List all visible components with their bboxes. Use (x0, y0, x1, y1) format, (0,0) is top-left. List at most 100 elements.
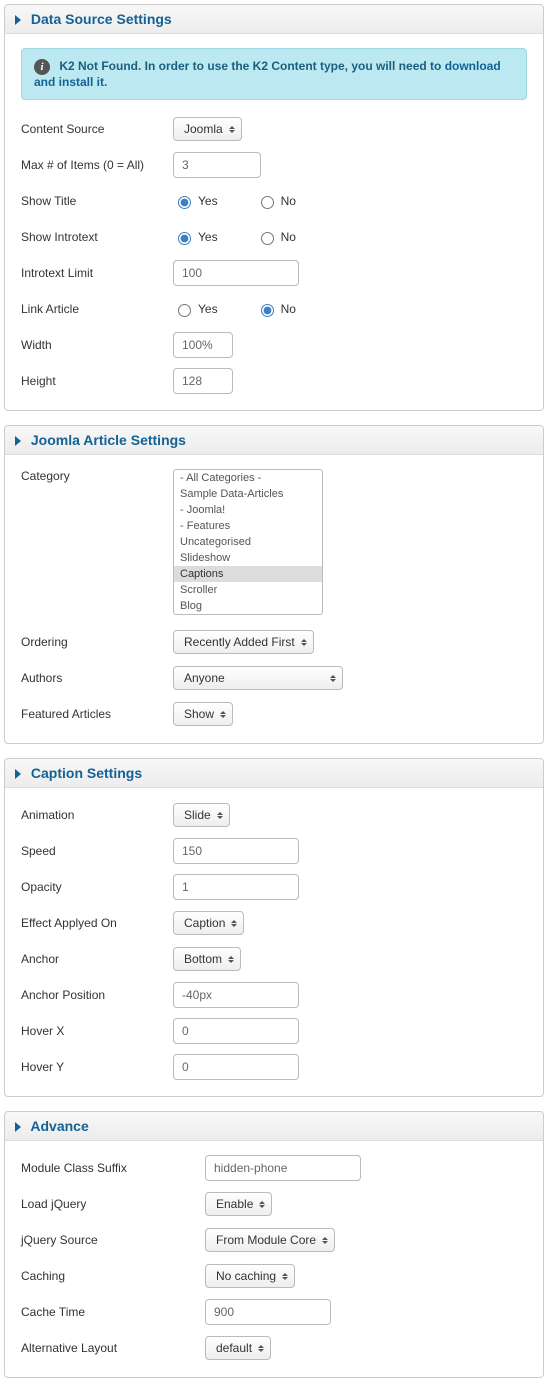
category-option[interactable]: - Joomla! (174, 502, 322, 518)
altlayout-select[interactable]: default (205, 1336, 271, 1360)
cachetime-input[interactable] (205, 1299, 331, 1325)
introtext-limit-label: Introtext Limit (21, 266, 173, 280)
select-arrows-icon (259, 1201, 265, 1208)
category-option[interactable]: - Features (174, 518, 322, 534)
height-label: Height (21, 374, 173, 388)
suffix-input[interactable] (205, 1155, 361, 1181)
disclosure-icon (15, 1122, 21, 1132)
jquery-label: Load jQuery (21, 1197, 205, 1211)
show-title-label: Show Title (21, 194, 173, 208)
effect-select[interactable]: Caption (173, 911, 244, 935)
jqsrc-label: jQuery Source (21, 1233, 205, 1247)
select-arrows-icon (231, 920, 237, 927)
select-arrows-icon (229, 126, 235, 133)
select-arrows-icon (258, 1345, 264, 1352)
jqsrc-select[interactable]: From Module Core (205, 1228, 335, 1252)
select-arrows-icon (330, 675, 336, 682)
panel-header-advance[interactable]: Advance (5, 1112, 543, 1141)
panel-advance: Advance Module Class Suffix Load jQuery … (4, 1111, 544, 1378)
panel-caption-settings: Caption Settings Animation Slide Speed O… (4, 758, 544, 1097)
featured-select[interactable]: Show (173, 702, 233, 726)
select-arrows-icon (301, 639, 307, 646)
content-source-label: Content Source (21, 122, 173, 136)
select-value: Enable (216, 1198, 253, 1210)
width-label: Width (21, 338, 173, 352)
show-title-yes[interactable]: Yes (173, 193, 218, 209)
select-arrows-icon (322, 1237, 328, 1244)
altlayout-label: Alternative Layout (21, 1341, 205, 1355)
cachetime-label: Cache Time (21, 1305, 205, 1319)
hoverx-input[interactable] (173, 1018, 299, 1044)
category-option[interactable]: Blog (174, 598, 322, 614)
featured-label: Featured Articles (21, 707, 173, 721)
select-value: Caption (184, 917, 225, 929)
ordering-label: Ordering (21, 635, 173, 649)
notice-text: K2 Not Found. In order to use the K2 Con… (59, 59, 444, 73)
panel-header-caption[interactable]: Caption Settings (5, 759, 543, 788)
category-option[interactable]: Slideshow (174, 550, 322, 566)
category-label: Category (21, 469, 173, 483)
category-option[interactable]: Scroller (174, 582, 322, 598)
category-listbox[interactable]: - All Categories - Sample Data-Articles … (173, 469, 323, 615)
anchor-pos-label: Anchor Position (21, 988, 173, 1002)
link-article-yes[interactable]: Yes (173, 301, 218, 317)
select-value: Anyone (184, 672, 225, 684)
select-value: Show (184, 708, 214, 720)
select-value: default (216, 1342, 252, 1354)
disclosure-icon (15, 436, 21, 446)
select-value: No caching (216, 1270, 276, 1282)
panel-title: Data Source Settings (31, 11, 172, 27)
animation-select[interactable]: Slide (173, 803, 230, 827)
select-arrows-icon (217, 812, 223, 819)
panel-joomla-article: Joomla Article Settings Category - All C… (4, 425, 544, 744)
link-article-no[interactable]: No (256, 301, 296, 317)
category-option[interactable]: Uncategorised (174, 534, 322, 550)
jquery-select[interactable]: Enable (205, 1192, 272, 1216)
category-option[interactable]: Sample Data-Articles (174, 486, 322, 502)
caching-select[interactable]: No caching (205, 1264, 295, 1288)
show-introtext-no[interactable]: No (256, 229, 296, 245)
panel-title: Joomla Article Settings (31, 432, 186, 448)
width-input[interactable] (173, 332, 233, 358)
animation-label: Animation (21, 808, 173, 822)
panel-data-source: Data Source Settings i K2 Not Found. In … (4, 4, 544, 411)
authors-select[interactable]: Anyone (173, 666, 343, 690)
category-option-selected[interactable]: Captions (174, 566, 322, 582)
authors-label: Authors (21, 671, 173, 685)
disclosure-icon (15, 769, 21, 779)
panel-header-data-source[interactable]: Data Source Settings (5, 5, 543, 34)
anchor-pos-input[interactable] (173, 982, 299, 1008)
max-items-label: Max # of Items (0 = All) (21, 158, 173, 172)
ordering-select[interactable]: Recently Added First (173, 630, 314, 654)
opacity-label: Opacity (21, 880, 173, 894)
opacity-input[interactable] (173, 874, 299, 900)
hoverx-label: Hover X (21, 1024, 173, 1038)
anchor-select[interactable]: Bottom (173, 947, 241, 971)
speed-label: Speed (21, 844, 173, 858)
select-value: Bottom (184, 953, 222, 965)
panel-header-joomla[interactable]: Joomla Article Settings (5, 426, 543, 455)
select-value: Joomla (184, 123, 223, 135)
info-icon: i (34, 59, 50, 75)
height-input[interactable] (173, 368, 233, 394)
content-source-select[interactable]: Joomla (173, 117, 242, 141)
disclosure-icon (15, 15, 21, 25)
select-arrows-icon (282, 1273, 288, 1280)
show-title-no[interactable]: No (256, 193, 296, 209)
select-arrows-icon (228, 956, 234, 963)
speed-input[interactable] (173, 838, 299, 864)
show-introtext-yes[interactable]: Yes (173, 229, 218, 245)
category-option[interactable]: - All Categories - (174, 470, 322, 486)
caching-label: Caching (21, 1269, 205, 1283)
link-article-label: Link Article (21, 302, 173, 316)
show-introtext-label: Show Introtext (21, 230, 173, 244)
max-items-input[interactable] (173, 152, 261, 178)
effect-label: Effect Applyed On (21, 916, 173, 930)
select-arrows-icon (220, 711, 226, 718)
hovery-input[interactable] (173, 1054, 299, 1080)
k2-warning-notice: i K2 Not Found. In order to use the K2 C… (21, 48, 527, 100)
introtext-limit-input[interactable] (173, 260, 299, 286)
select-value: Recently Added First (184, 636, 295, 648)
panel-title: Caption Settings (31, 765, 142, 781)
suffix-label: Module Class Suffix (21, 1161, 205, 1175)
